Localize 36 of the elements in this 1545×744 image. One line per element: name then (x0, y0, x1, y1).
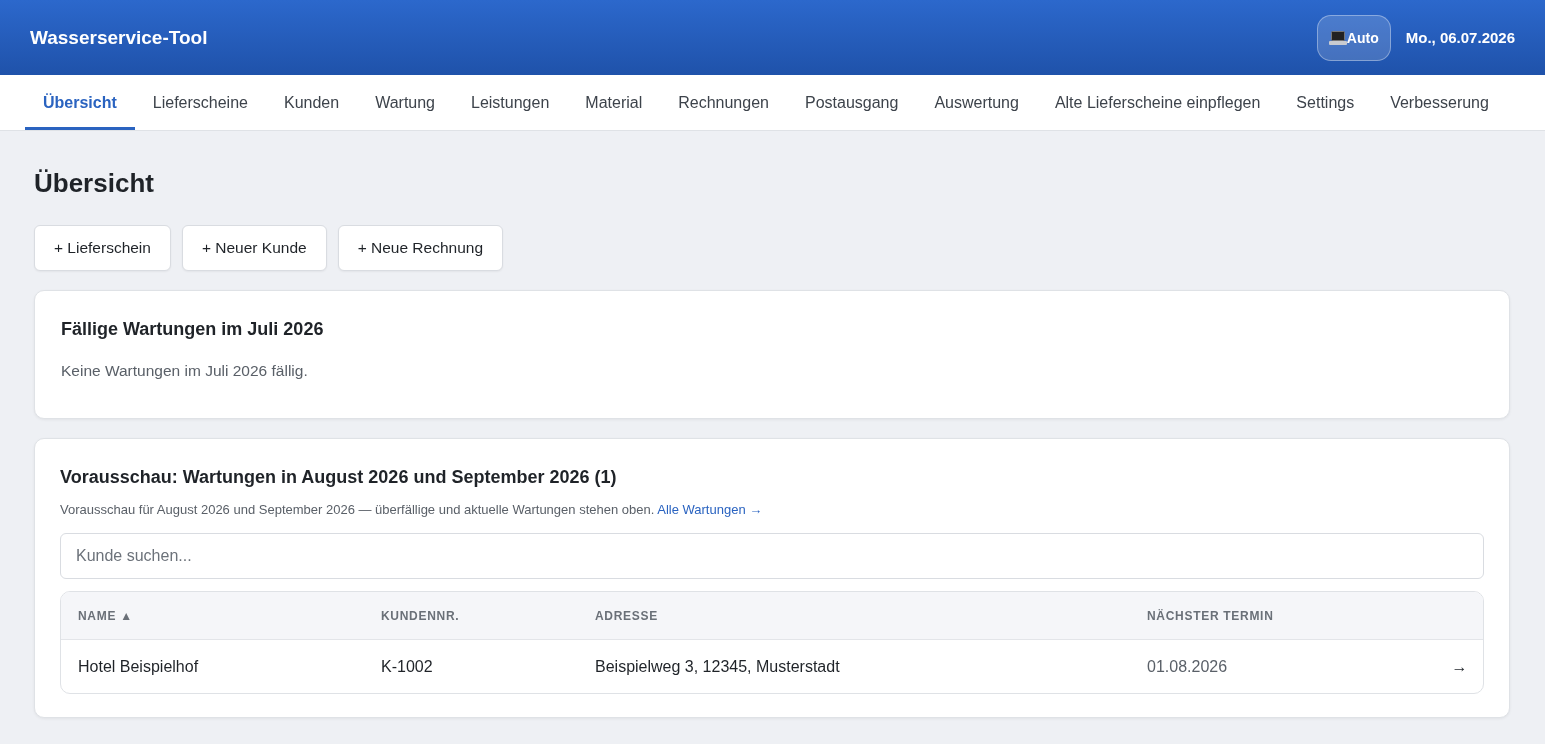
action-button[interactable]: + Lieferschein (34, 225, 171, 271)
nav-tab[interactable]: Alte Lieferscheine einpflegen (1036, 75, 1279, 130)
nav-tab[interactable]: Settings (1278, 75, 1373, 130)
nav-tab[interactable]: Auswertung (916, 75, 1037, 130)
nav-tab[interactable]: Wartung (357, 75, 453, 130)
page-title: Übersicht (34, 167, 155, 199)
table-cell-text: Hotel Beispielhof (77, 657, 199, 676)
laptop-icon (1328, 30, 1347, 45)
nav-tab[interactable]: Rechnungen (660, 75, 787, 130)
card-title: Fällige Wartungen im Juli 2026 (61, 318, 325, 340)
action-button[interactable]: + Neuer Kunde (181, 225, 327, 271)
nav-tab[interactable]: Übersicht (25, 75, 135, 130)
empty-message: Keine Wartungen im Juli 2026 fällig. (61, 361, 309, 381)
search-field[interactable]: Kunde suchen... (60, 533, 1484, 579)
action-button[interactable]: + Neue Rechnung (337, 225, 504, 271)
theme-button[interactable]: Auto (1316, 14, 1391, 61)
column-header[interactable]: NAME ▲ (61, 608, 133, 623)
table-cell-text: K-1002 (380, 657, 433, 676)
column-header: KUNDENNR. (380, 608, 460, 623)
all-maintenance-link[interactable]: Alle Wartungen → (657, 502, 763, 517)
open-arrow[interactable]: → (1451, 657, 1468, 676)
nav-tab[interactable]: Leistungen (453, 75, 568, 130)
app-title: Wasserservice-Tool (30, 26, 208, 49)
nav-tab[interactable]: Lieferscheine (134, 75, 266, 130)
table-cell-text: Beispielweg 3, 12345, Musterstadt (594, 657, 840, 676)
current-date: Mo., 06.07.2026 (1405, 29, 1515, 46)
column-header: NÄCHSTER TERMIN (1146, 608, 1274, 623)
nav-tab[interactable]: Kunden (265, 75, 358, 130)
card-description: Vorausschau für August 2026 und September 2026 — überfällige und aktuelle Wartungen stehen oben. Alle Wartungen → (60, 502, 764, 518)
nav-tab[interactable]: Material (567, 75, 661, 130)
nav-tab[interactable]: Postausgang (786, 75, 917, 130)
table-row[interactable]: Hotel Beispielhof K-1002 Beispielweg 3, 12345, Musterstadt 01.08.2026 → (61, 640, 1483, 693)
column-header: ADRESSE (594, 608, 658, 623)
card-title: Vorausschau: Wartungen in August 2026 und September 2026 (1) (60, 466, 618, 488)
nav-tab[interactable]: Verbesserung (1372, 75, 1507, 130)
table-cell-text: 01.08.2026 (1146, 657, 1228, 676)
